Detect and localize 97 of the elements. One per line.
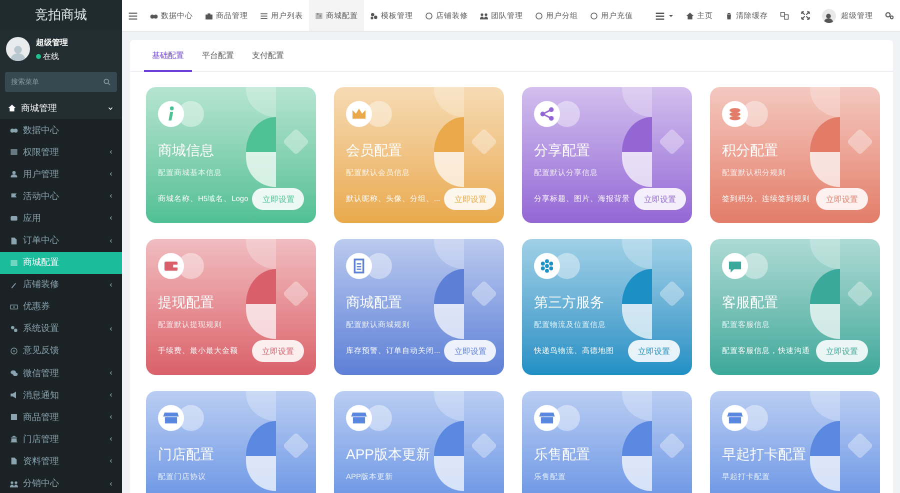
flag-icon (10, 192, 18, 200)
card-title: 第三方服务 (534, 294, 605, 312)
card-title: 早起打卡配置 (722, 446, 807, 464)
setup-button[interactable]: 立即设置 (634, 188, 686, 210)
home-icon (686, 12, 694, 20)
status-dot (36, 54, 41, 58)
chevron-left-icon (108, 149, 114, 156)
config-tab[interactable]: 支付配置 (244, 40, 292, 72)
menu-item[interactable]: 应用 (0, 207, 122, 230)
chat-icon (722, 253, 768, 279)
circle-icon (590, 12, 598, 20)
search-icon (103, 78, 111, 86)
menu-item[interactable]: 消息通知 (0, 384, 122, 406)
coins-icon (722, 101, 768, 127)
chevron-left-icon (108, 238, 114, 244)
bank-icon (10, 435, 18, 444)
menu-item[interactable]: 资料管理 (0, 450, 122, 472)
info-icon (158, 101, 204, 127)
fullscreen-icon (800, 11, 810, 20)
chevron-left-icon (108, 458, 114, 464)
circle-icon (535, 12, 543, 20)
home-icon (8, 104, 16, 112)
card-title: 会员配置 (346, 142, 403, 160)
chat-icon (10, 369, 18, 378)
menu-icon (128, 10, 138, 20)
snowflake-icon (534, 253, 580, 279)
menu-item[interactable]: 权限管理 (0, 141, 122, 164)
list-icon (10, 148, 18, 156)
setup-button[interactable]: 立即设置 (628, 340, 680, 362)
card-title: 客服配置 (722, 294, 779, 312)
card-title: 乐售配置 (534, 446, 591, 464)
app-title: 竞拍商城 (35, 6, 87, 24)
menu-item[interactable]: 店铺装修 (0, 274, 122, 296)
user-icon (10, 170, 18, 178)
store-icon (158, 405, 204, 431)
megaphone-icon (10, 391, 18, 400)
menu-item[interactable]: 活动中心 (0, 185, 122, 208)
chevron-left-icon (108, 414, 114, 420)
menu-item[interactable]: 微信管理 (0, 362, 122, 384)
ticket-icon (10, 302, 18, 311)
card-title: 商城配置 (346, 294, 403, 312)
user-name: 超级管理 (36, 36, 68, 48)
chevron-left-icon (108, 171, 114, 178)
users-icon (480, 12, 488, 20)
shapes-icon (370, 12, 378, 20)
menu-item[interactable]: 优惠券 (0, 296, 122, 318)
setup-button[interactable]: 立即设置 (444, 340, 496, 362)
config-tab[interactable]: 基础配置 (144, 40, 192, 72)
menu-item[interactable]: 数据中心 (0, 119, 122, 142)
briefcase-icon (10, 214, 18, 222)
users-icon (10, 480, 18, 488)
store-icon (534, 405, 580, 431)
chevron-down-icon (107, 104, 114, 112)
card-title: 商城信息 (158, 142, 215, 160)
user-status: 在线 (43, 50, 59, 62)
card-title: 提现配置 (158, 294, 215, 312)
brush-icon (10, 280, 18, 289)
avatar-icon (6, 37, 30, 61)
chevron-left-icon (108, 326, 114, 332)
share-icon (534, 101, 580, 127)
file-icon (10, 457, 18, 466)
store-icon (346, 405, 392, 431)
store-icon (722, 405, 768, 431)
menu-item[interactable]: 门店管理 (0, 428, 122, 450)
chevron-left-icon (108, 282, 114, 288)
chevron-left-icon (108, 436, 114, 442)
chevron-left-icon (108, 193, 114, 200)
menu-item[interactable]: 用户管理 (0, 163, 122, 186)
list-icon (260, 12, 268, 20)
menu-item[interactable]: 系统设置 (0, 318, 122, 340)
square-icon (10, 413, 18, 422)
list-icon (654, 10, 665, 20)
menu-group[interactable]: 商城管理 (0, 97, 122, 119)
file-icon (10, 236, 18, 245)
trash-icon (724, 12, 733, 20)
chevron-left-icon (108, 215, 114, 222)
avatar-icon (822, 8, 836, 22)
chevron-left-icon (108, 392, 114, 398)
config-tab[interactable]: 平台配置 (194, 40, 242, 72)
setup-button[interactable]: 立即设置 (252, 340, 304, 362)
circle-icon (10, 346, 18, 355)
chevron-left-icon (108, 370, 114, 376)
crown-icon (346, 101, 392, 127)
bag-icon (205, 12, 213, 20)
chevron-left-icon (108, 480, 114, 487)
document-icon (346, 253, 392, 279)
caret-icon (668, 12, 674, 18)
card-title: 分享配置 (534, 142, 591, 160)
wallet-icon (158, 253, 204, 279)
menu-item[interactable]: 分销中心 (0, 472, 122, 493)
card-title: 门店配置 (158, 446, 215, 464)
menu-item[interactable]: 意见反馈 (0, 340, 122, 362)
menu-item[interactable]: 商品管理 (0, 406, 122, 428)
card-title: APP版本更新 (346, 446, 432, 464)
circle-icon (425, 12, 433, 20)
card-title: 积分配置 (722, 142, 779, 160)
menu-item[interactable]: 订单中心 (0, 229, 122, 252)
